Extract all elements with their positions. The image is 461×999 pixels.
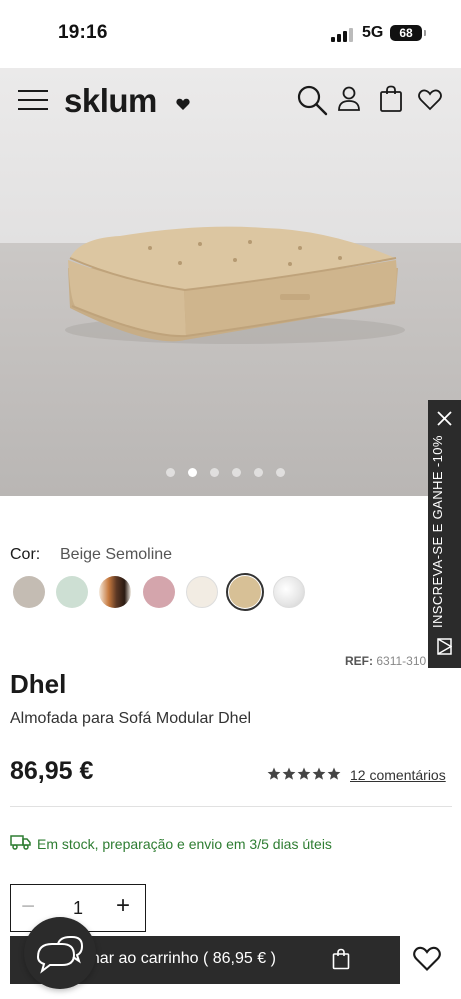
battery-icon: 68 bbox=[390, 25, 426, 41]
color-swatch[interactable] bbox=[13, 576, 45, 608]
menu-icon[interactable] bbox=[18, 90, 48, 110]
carousel-dot[interactable] bbox=[232, 468, 241, 477]
truck-icon bbox=[10, 835, 31, 850]
product-price: 86,95 € bbox=[10, 757, 94, 785]
wishlist-heart-icon[interactable] bbox=[418, 89, 442, 111]
product-subtitle: Almofada para Sofá Modular Dhel bbox=[10, 710, 252, 727]
carousel-dots bbox=[166, 468, 286, 478]
carousel-dot-active[interactable] bbox=[188, 468, 197, 477]
search-icon[interactable] bbox=[296, 84, 328, 116]
stock-info: Em stock, preparação e envio em 3/5 dias… bbox=[10, 834, 332, 854]
reviews-link[interactable]: 12 comentários bbox=[350, 767, 446, 783]
color-swatch[interactable] bbox=[56, 576, 88, 608]
color-swatch[interactable] bbox=[273, 576, 305, 608]
status-time: 19:16 bbox=[58, 22, 108, 43]
color-label: Cor: bbox=[10, 546, 41, 563]
product-ref: REF: 6311-310 bbox=[345, 654, 426, 668]
logo-heart-icon bbox=[176, 98, 190, 110]
color-swatch[interactable] bbox=[99, 576, 131, 608]
ref-label: REF: bbox=[345, 654, 373, 668]
rating-stars[interactable] bbox=[267, 767, 342, 781]
add-to-wishlist-heart-icon[interactable] bbox=[413, 946, 441, 972]
cushion-illustration bbox=[65, 226, 405, 344]
ref-value: 6311-310 bbox=[376, 654, 427, 668]
selected-swatch-ring bbox=[226, 573, 264, 611]
carousel-dot[interactable] bbox=[210, 468, 219, 477]
sklum-logo[interactable]: sklum bbox=[64, 82, 157, 120]
qty-value[interactable]: 1 bbox=[73, 898, 83, 919]
add-to-cart-label: onar ao carrinho ( 86,95 € ) bbox=[82, 950, 276, 967]
product-name: Dhel bbox=[10, 669, 67, 699]
bag-icon[interactable] bbox=[379, 85, 403, 113]
user-icon[interactable] bbox=[337, 86, 361, 112]
carousel-dot[interactable] bbox=[254, 468, 263, 477]
chat-button[interactable] bbox=[24, 917, 96, 989]
stock-text: Em stock, preparação e envio em 3/5 dias… bbox=[37, 836, 332, 852]
mail-icon bbox=[437, 638, 452, 655]
network-label: 5G bbox=[362, 24, 384, 41]
bag-icon bbox=[332, 948, 350, 970]
carousel-dot[interactable] bbox=[276, 468, 285, 477]
product-image[interactable] bbox=[0, 68, 461, 496]
chat-bubbles-icon bbox=[36, 936, 84, 974]
qty-plus-button[interactable]: + bbox=[116, 893, 130, 919]
color-selector: Cor: Beige Semoline bbox=[10, 546, 172, 564]
signal-icon bbox=[331, 28, 353, 42]
carousel-dot[interactable] bbox=[166, 468, 175, 477]
color-selected-value: Beige Semoline bbox=[60, 546, 173, 563]
status-bar: 19:16 5G 68 bbox=[0, 0, 461, 68]
divider bbox=[10, 806, 452, 807]
color-swatch[interactable] bbox=[186, 576, 218, 608]
color-swatch[interactable] bbox=[143, 576, 175, 608]
promo-label[interactable]: INSCREVA-SE E GANHE -10% bbox=[430, 400, 445, 628]
